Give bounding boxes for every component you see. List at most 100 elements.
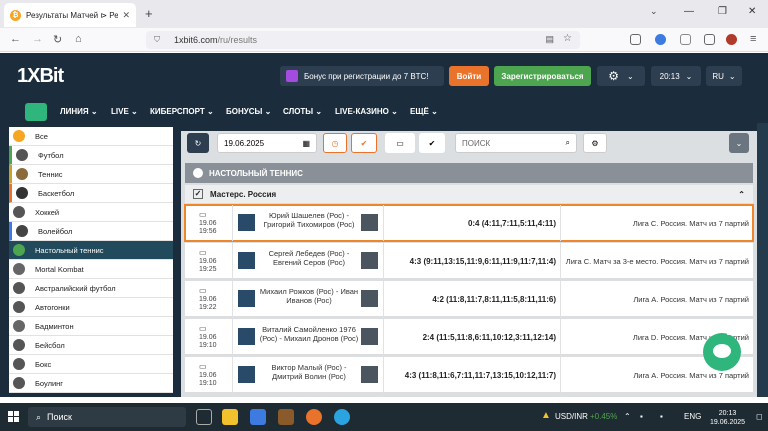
settings-button[interactable]: ⚙ [583, 133, 607, 153]
sidebar-item-bowling[interactable]: Боулинг [9, 374, 173, 393]
notifications-icon[interactable]: ◻ [756, 412, 763, 421]
register-button[interactable]: Зарегистрироваться [494, 66, 591, 86]
browser-tab[interactable]: ₿ Результаты Матчей ⊳ Результ... ✕ [4, 3, 136, 27]
sidebar-item-tennis[interactable]: Теннис [9, 165, 173, 184]
tray-app-icon[interactable]: ▪ [640, 412, 643, 421]
monitor-filter-button[interactable]: ▭ [385, 133, 415, 153]
taskbar-search[interactable]: ⌕ Поиск [28, 407, 186, 427]
forward-icon[interactable]: → [32, 33, 43, 45]
match-row[interactable]: ▭ 19.06 19:25 Сергей Лебедев (Рос) - Евген… [185, 243, 753, 279]
volleyball-icon [16, 225, 28, 237]
bonus-banner[interactable]: Бонус при регистрации до 7 BTC! [280, 66, 444, 86]
chevron-up-icon[interactable]: ⌃ [738, 190, 745, 199]
maximize-icon[interactable]: ❐ [718, 6, 727, 17]
match-row[interactable]: ▭ 19.06 19:56 Юрий Шашелев (Рос) - Григори… [184, 204, 754, 242]
menu-item-more[interactable]: ЕЩЁ ⌄ [410, 107, 438, 116]
shield-extension-icon[interactable] [680, 34, 691, 45]
extension-icon[interactable] [655, 34, 666, 45]
collapse-all-button[interactable]: ⌄ [729, 133, 749, 153]
settings-dropdown[interactable]: ⚙ ⌄ [597, 66, 645, 86]
close-window-icon[interactable]: ✕ [748, 6, 756, 17]
tray-app-icon[interactable]: ▪ [660, 412, 663, 421]
close-tab-icon[interactable]: ✕ [122, 10, 130, 21]
sidebar-item-volleyball[interactable]: Волейбол [9, 222, 173, 241]
gear-icon: ⚙ [608, 69, 620, 83]
file-explorer-icon[interactable] [222, 409, 238, 425]
sidebar-item-badminton[interactable]: Бадминтон [9, 317, 173, 336]
championship-header[interactable]: ✓ Мастерс. Россия ⌃ [185, 185, 753, 203]
menu-item-live-casino[interactable]: LIVE-КАЗИНО ⌄ [335, 107, 398, 116]
tab-list-chevron-icon[interactable]: ⌄ [650, 6, 658, 17]
clock-date: 19.06.2025 [710, 419, 746, 426]
section-header[interactable]: НАСТОЛЬНЫЙ ТЕННИС [185, 163, 753, 183]
windows-start-icon[interactable] [8, 411, 20, 423]
menu-item-bonuses[interactable]: БОНУСЫ ⌄ [226, 107, 271, 116]
task-view-icon[interactable] [196, 409, 212, 425]
minimize-icon[interactable]: — [684, 6, 694, 17]
clock-filter-button[interactable]: ◷ [323, 133, 347, 153]
sidebar-item-hockey[interactable]: Хоккей [9, 203, 173, 222]
date-picker[interactable]: 19.06.2025 ▦ [217, 133, 317, 153]
sidebar-item-basketball[interactable]: Баскетбол [9, 184, 173, 203]
telegram-icon[interactable] [334, 409, 350, 425]
back-icon[interactable]: ← [10, 33, 21, 45]
championship-checkbox[interactable]: ✓ [193, 189, 203, 199]
menu-item-slots[interactable]: СЛОТЫ ⌄ [283, 107, 322, 116]
sidebar-item-boxing[interactable]: Бокс [9, 355, 173, 374]
address-bar[interactable]: ⛉ 1xbit6.com/ru/results ▤ ☆ [146, 31, 580, 49]
ticker-label[interactable]: USD/INR [555, 412, 588, 421]
chevrons-down-icon: ⌄ [735, 138, 743, 148]
bonus-text: Бонус при регистрации до 7 BTC! [304, 71, 429, 81]
match-date: 19.06 [199, 334, 217, 341]
badminton-icon [13, 320, 25, 332]
sidebar-item-mortal-kombat[interactable]: Mortal Kombat [9, 260, 173, 279]
match-players: Михаил Рожков (Рос) - Иван Иванов (Рос) [259, 287, 359, 305]
site-container: 1XBit Бонус при регистрации до 7 BTC! Во… [0, 53, 768, 397]
app-icon[interactable] [278, 409, 294, 425]
site-logo[interactable]: 1XBit [17, 65, 64, 88]
reload-icon[interactable]: ↻ [53, 33, 62, 46]
input-language[interactable]: ENG [684, 412, 701, 421]
home-icon[interactable]: ⌂ [75, 33, 82, 45]
extensions-puzzle-icon[interactable] [704, 34, 715, 45]
check-filter-button[interactable]: ✔ [351, 133, 377, 153]
sidebar-item-australian-football[interactable]: Австралийский футбол [9, 279, 173, 298]
new-tab-icon[interactable]: + [145, 6, 153, 21]
football-icon [16, 149, 28, 161]
firefox-icon[interactable] [306, 409, 322, 425]
menu-item-live[interactable]: LIVE ⌄ [111, 107, 138, 116]
pocket-icon[interactable] [630, 34, 641, 45]
reader-view-icon[interactable]: ▤ [545, 34, 554, 45]
sidebar-item-football[interactable]: Футбол [9, 146, 173, 165]
match-row[interactable]: ▭ 19.06 19:22 Михаил Рожков (Рос) - Иван И… [185, 281, 753, 317]
login-button[interactable]: Войти [449, 66, 489, 86]
tray-chevron-icon[interactable]: ⌃ [624, 412, 631, 421]
profile-icon[interactable] [726, 34, 737, 45]
time-dropdown[interactable]: 20:13 ⌄ [651, 66, 701, 86]
sidebar-item-racing[interactable]: Автогонки [9, 298, 173, 317]
check-all-button[interactable]: ✔ [419, 133, 445, 153]
match-players: Сергей Лебедев (Рос) - Евгений Серов (Ро… [268, 249, 350, 267]
player-avatar [361, 252, 378, 269]
match-time: 19:22 [199, 304, 217, 311]
match-time: 19:10 [199, 380, 217, 387]
menu-hamburger-icon[interactable]: ≡ [750, 33, 756, 45]
language-dropdown[interactable]: RU ⌄ [706, 66, 742, 86]
sidebar-item-all[interactable]: Все [9, 127, 173, 146]
right-scroll-rail[interactable] [757, 123, 768, 397]
match-row[interactable]: ▭ 19.06 19:10 Виктор Малый (Рос) - Дмитрий… [185, 357, 753, 393]
search-input[interactable]: ПОИСК ⌕ [455, 133, 577, 153]
ticker-change: +0.45% [590, 412, 618, 421]
browser-tab-bar: ₿ Результаты Матчей ⊳ Результ... ✕ + ⌄ —… [0, 0, 768, 28]
menu-item-esports[interactable]: КИБЕРСПОРТ ⌄ [150, 107, 214, 116]
promo-icon[interactable] [25, 103, 47, 121]
app-icon[interactable] [250, 409, 266, 425]
chat-support-icon[interactable] [703, 333, 741, 371]
refresh-button[interactable]: ↻ [187, 133, 209, 153]
bookmark-star-icon[interactable]: ☆ [563, 33, 572, 44]
menu-item-line[interactable]: ЛИНИЯ ⌄ [60, 107, 98, 116]
sidebar-item-baseball[interactable]: Бейсбол [9, 336, 173, 355]
match-row[interactable]: ▭ 19.06 19:10 Виталий Самойленко 1976 (Рос… [185, 319, 753, 355]
taskbar-clock[interactable]: 20:13 19.06.2025 [710, 409, 745, 427]
sidebar-item-table-tennis[interactable]: Настольный теннис [9, 241, 173, 260]
